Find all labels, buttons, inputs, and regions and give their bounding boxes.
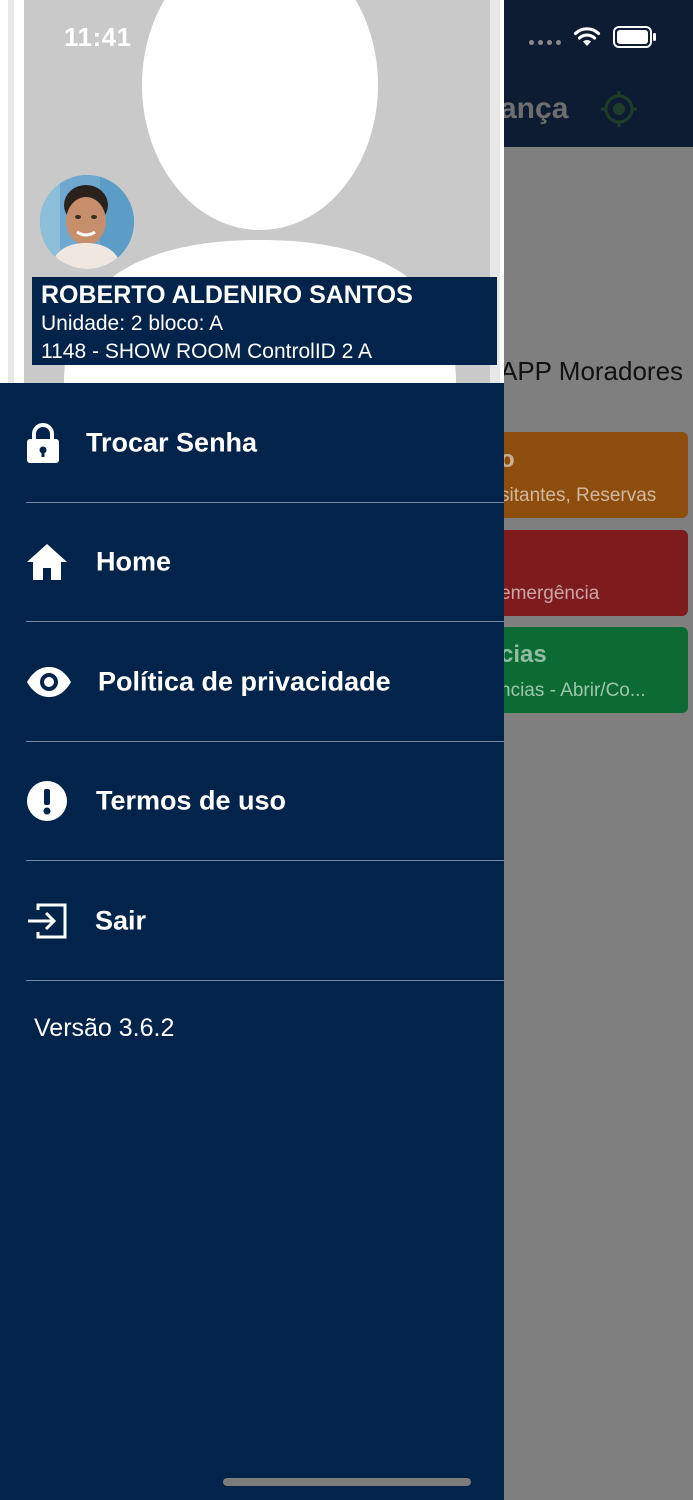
header-title: ança bbox=[500, 92, 569, 125]
user-unit: Unidade: 2 bloco: A bbox=[41, 312, 224, 335]
wifi-icon bbox=[573, 26, 601, 53]
menu-item-logout[interactable]: Sair bbox=[0, 861, 504, 981]
card-subtitle: sitantes, Reservas bbox=[500, 485, 657, 506]
cover-frame bbox=[8, 0, 14, 383]
user-name: ROBERTO ALDENIRO SANTOS bbox=[41, 281, 413, 309]
menu-label: Home bbox=[96, 546, 172, 577]
card-access[interactable]: cias ncias - Abrir/Co... bbox=[480, 627, 688, 713]
eye-icon bbox=[26, 666, 72, 698]
divider bbox=[26, 979, 504, 981]
lock-icon bbox=[26, 422, 60, 464]
drawer-header: 11:41 ROBERTO ALDENIRO SANTOS Unidade: 2… bbox=[0, 0, 504, 383]
avatar[interactable] bbox=[40, 175, 134, 269]
menu-label: Política de privacidade bbox=[98, 666, 391, 697]
app-version: Versão 3.6.2 bbox=[34, 1014, 175, 1042]
menu-item-privacy-policy[interactable]: Política de privacidade bbox=[0, 622, 504, 742]
logout-icon bbox=[26, 902, 68, 940]
card-subtitle: ncias - Abrir/Co... bbox=[500, 680, 646, 701]
navigation-drawer: 11:41 ROBERTO ALDENIRO SANTOS Unidade: 2… bbox=[0, 0, 504, 1500]
drawer-menu: Trocar Senha Home Política de privacidad… bbox=[0, 383, 504, 981]
card-visitors[interactable]: o sitantes, Reservas bbox=[480, 432, 688, 518]
signal-icon bbox=[529, 33, 561, 45]
status-time: 11:41 bbox=[64, 22, 132, 52]
menu-item-home[interactable]: Home bbox=[0, 503, 504, 622]
welcome-text: APP Moradores bbox=[500, 356, 684, 386]
menu-label: Sair bbox=[95, 905, 147, 936]
card-title: cias bbox=[500, 641, 547, 668]
location-icon[interactable] bbox=[600, 90, 638, 128]
home-indicator[interactable] bbox=[223, 1478, 471, 1486]
menu-item-terms-of-use[interactable]: Termos de uso bbox=[0, 742, 504, 861]
status-icons bbox=[529, 25, 657, 53]
user-condo: 1148 - SHOW ROOM ControlID 2 A bbox=[41, 340, 373, 363]
card-subtitle: emergência bbox=[500, 583, 600, 604]
card-emergency[interactable]: emergência bbox=[480, 530, 688, 616]
menu-label: Termos de uso bbox=[96, 785, 287, 816]
menu-label: Trocar Senha bbox=[86, 427, 258, 458]
menu-item-change-password[interactable]: Trocar Senha bbox=[0, 383, 504, 503]
home-icon bbox=[26, 543, 68, 581]
alert-circle-icon bbox=[26, 780, 68, 822]
battery-icon bbox=[613, 25, 657, 53]
user-info: ROBERTO ALDENIRO SANTOS Unidade: 2 bloco… bbox=[32, 277, 497, 365]
